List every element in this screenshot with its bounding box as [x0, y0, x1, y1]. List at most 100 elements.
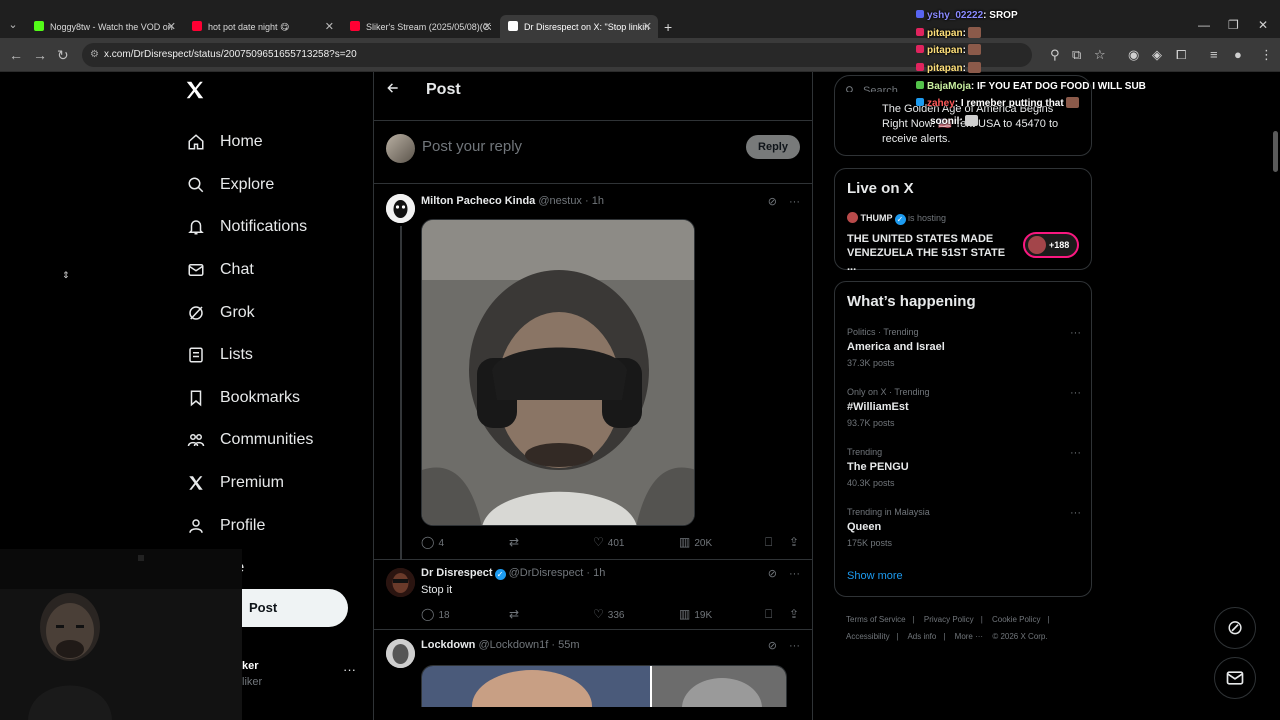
like-action[interactable]: ♡ 401	[593, 535, 624, 549]
sidebar-item-lists[interactable]: Lists	[186, 334, 313, 377]
more-icon[interactable]: ···	[1070, 507, 1081, 519]
more-icon[interactable]: ···	[1070, 327, 1081, 339]
bookmark-action[interactable]: ⎕	[765, 607, 776, 622]
chat-badge-icon	[916, 10, 924, 18]
more-icon[interactable]: ···	[789, 640, 800, 652]
author-name[interactable]: Milton Pacheco Kinda	[421, 195, 535, 207]
views-action[interactable]: ▥ 19K	[679, 607, 712, 621]
media-icon[interactable]: ≡	[1210, 47, 1218, 63]
sidebar-item-bookmarks[interactable]: Bookmarks	[186, 377, 313, 420]
close-tab-icon[interactable]: ✕	[167, 15, 176, 39]
reply-action[interactable]: ◯ 18	[421, 607, 450, 621]
show-more-link[interactable]: Show more	[847, 570, 903, 582]
close-tab-icon[interactable]: ✕	[643, 15, 652, 39]
footer-link[interactable]: Terms of Service	[846, 615, 906, 624]
bookmark-action[interactable]: ⎕	[765, 535, 776, 550]
tab-search-icon[interactable]: ⌄	[6, 18, 20, 32]
share-action[interactable]: ⇪	[789, 607, 803, 621]
views-action[interactable]: ▥ 20K	[679, 535, 712, 549]
author-handle[interactable]: @DrDisrespect	[509, 567, 584, 579]
trend-item[interactable]: Only on X · Trending #WilliamEst 93.7K p…	[847, 387, 1081, 428]
avatar[interactable]	[386, 194, 415, 223]
back-arrow-icon[interactable]	[386, 81, 400, 100]
footer-link[interactable]: Accessibility	[846, 632, 890, 641]
page-scrollbar[interactable]	[1270, 72, 1280, 720]
footer-link[interactable]: More ···	[955, 632, 983, 641]
sidebar-item-notifications[interactable]: Notifications	[186, 206, 313, 249]
author-handle[interactable]: @nestux	[538, 195, 582, 207]
close-window-icon[interactable]: ✕	[1258, 18, 1268, 32]
tweet-image[interactable]	[421, 665, 787, 707]
close-tab-icon[interactable]: ✕	[325, 15, 334, 39]
account-handle[interactable]: liker	[242, 676, 262, 688]
sidebar-item-grok[interactable]: Grok	[186, 291, 313, 334]
more-icon[interactable]: ···	[1070, 387, 1081, 399]
scrollbar-thumb[interactable]	[1273, 131, 1278, 172]
sidebar-item-premium[interactable]: Premium	[186, 462, 313, 505]
repost-action[interactable]: ⇄	[509, 535, 523, 549]
tweet-time[interactable]: · 55m	[551, 639, 579, 651]
live-card[interactable]: Live on X THUMP ✓ is hosting THE UNITED S…	[834, 168, 1092, 273]
sidebar-item-communities[interactable]: Communities	[186, 419, 313, 462]
grok-icon[interactable]: ⊘	[768, 568, 777, 580]
browser-tab-active[interactable]: Dr Disrespect on X: "Stop linkin ✕	[500, 15, 658, 39]
close-tab-icon[interactable]: ✕	[483, 15, 492, 39]
avatar[interactable]	[386, 639, 415, 668]
footer-link[interactable]: Ads info	[907, 632, 936, 641]
more-icon[interactable]: ···	[789, 568, 800, 580]
site-info-icon[interactable]: ⚙	[90, 43, 99, 67]
x-logo-icon[interactable]	[184, 79, 210, 105]
sidebar-item-profile[interactable]: Profile	[186, 504, 313, 547]
more-icon[interactable]: ···	[789, 196, 800, 208]
account-name[interactable]: ker	[242, 660, 259, 672]
url-input[interactable]: ⚙ x.com/DrDisrespect/status/200750965165…	[82, 43, 1032, 67]
footer-link[interactable]: Cookie Policy	[992, 615, 1040, 624]
reload-icon[interactable]: ↻	[57, 47, 69, 63]
avatar[interactable]	[386, 568, 415, 597]
share-action[interactable]: ⇪	[789, 535, 803, 549]
author-name[interactable]: Lockdown	[421, 639, 475, 651]
live-listeners-badge[interactable]: +188	[1023, 232, 1079, 258]
grok-icon[interactable]: ⊘	[768, 640, 777, 652]
tweet[interactable]: Lockdown @Lockdown1f · 55m ⊘ ···	[374, 630, 812, 720]
browser-tab[interactable]: Noggy8tw - Watch the VOD on ✕	[26, 15, 182, 39]
author-handle[interactable]: @Lockdown1f	[478, 639, 548, 651]
sidebar-item-explore[interactable]: Explore	[186, 164, 313, 207]
tweet-image[interactable]	[421, 219, 695, 526]
tweet[interactable]: Milton Pacheco Kinda @nestux · 1h ⊘ ···	[374, 184, 812, 560]
author-name[interactable]: Dr Disrespect	[421, 567, 493, 579]
post-button[interactable]: Post	[240, 589, 348, 627]
like-action[interactable]: ♡ 336	[593, 607, 624, 621]
tab-favicon-icon	[34, 21, 44, 31]
forward-icon[interactable]: →	[33, 47, 47, 63]
trend-item[interactable]: Trending The PENGU 40.3K posts ···	[847, 447, 1081, 488]
back-icon[interactable]: ←	[9, 47, 23, 63]
footer-link[interactable]: Privacy Policy	[924, 615, 974, 624]
grok-icon[interactable]: ⊘	[768, 196, 777, 208]
grok-fab-button[interactable]: ⊘	[1214, 607, 1256, 649]
sidebar-item-home[interactable]: Home	[186, 121, 313, 164]
trend-item[interactable]: Politics · Trending America and Israel 3…	[847, 327, 1081, 368]
maximize-icon[interactable]: ❐	[1228, 18, 1239, 32]
bookmark-icon	[186, 388, 206, 408]
browser-tab[interactable]: hot pot date night 😋 ✕	[184, 15, 340, 39]
tweet-time[interactable]: · 1h	[586, 567, 605, 579]
live-stream-title[interactable]: THE UNITED STATES MADE VENEZUELA THE 51S…	[847, 232, 1017, 274]
minimize-icon[interactable]: —	[1198, 18, 1210, 32]
reply-button[interactable]: Reply	[746, 135, 800, 159]
tweet-time[interactable]: · 1h	[585, 195, 604, 207]
extensions-puzzle-icon[interactable]: ⧠	[1176, 47, 1186, 63]
repost-action[interactable]: ⇄	[509, 607, 523, 621]
tweet[interactable]: Dr Disrespect ✓ @DrDisrespect · 1h ⊘ ··· S…	[374, 562, 812, 630]
sidebar-item-chat[interactable]: Chat	[186, 249, 313, 292]
account-more-icon[interactable]: ···	[343, 662, 356, 677]
profile-icon[interactable]: ●	[1234, 47, 1242, 63]
new-tab-button[interactable]: +	[664, 15, 684, 39]
browser-tab[interactable]: Sliker's Stream (2025/05/08)(C: ✕	[342, 15, 498, 39]
reply-action[interactable]: ◯ 4	[421, 535, 444, 549]
more-icon[interactable]: ···	[1070, 447, 1081, 459]
trend-item[interactable]: Trending in Malaysia Queen 175K posts ··…	[847, 507, 1081, 548]
menu-icon[interactable]: ⋮	[1260, 47, 1273, 63]
messages-fab-button[interactable]	[1214, 657, 1256, 699]
reply-input[interactable]: Post your reply	[422, 138, 522, 155]
